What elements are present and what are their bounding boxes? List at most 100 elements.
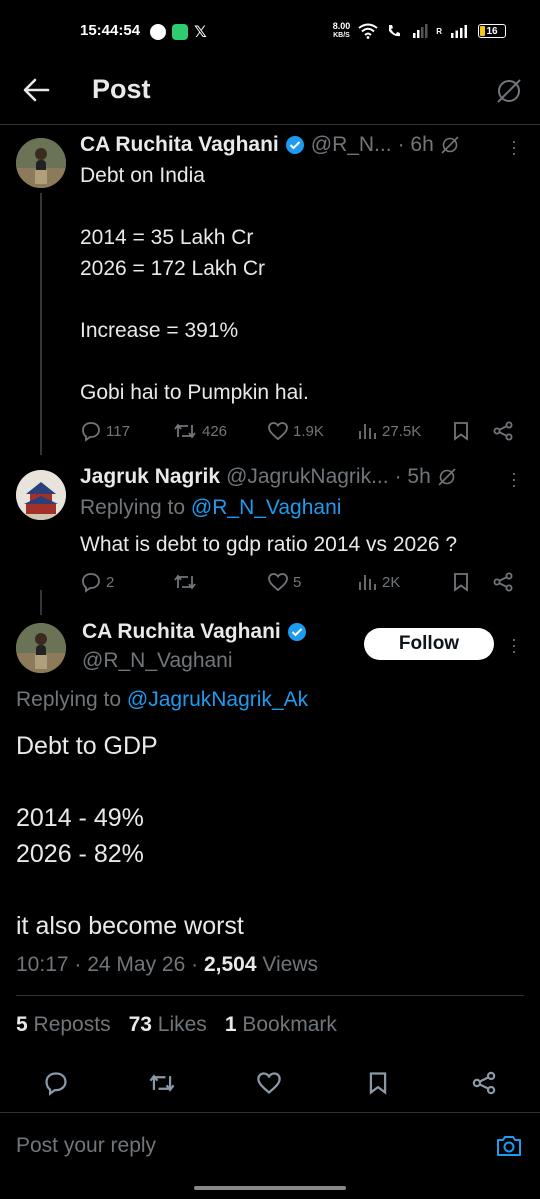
views-count: 2K bbox=[382, 573, 401, 591]
views-label: Views bbox=[262, 953, 318, 976]
replying-to: Replying to @R_N_Vaghani bbox=[80, 496, 341, 520]
tweet1-header: CA Ruchita Vaghani @R_N... · 6h bbox=[80, 133, 460, 157]
chat-notification-icon bbox=[150, 24, 166, 40]
like-count: 1.9K bbox=[293, 422, 324, 440]
reply-icon bbox=[82, 422, 100, 442]
bookmarks-stat[interactable]: 1 Bookmark bbox=[225, 1013, 337, 1037]
bookmark-icon[interactable] bbox=[450, 571, 472, 593]
bookmarks-count: 1 bbox=[224, 1013, 237, 1036]
avatar[interactable] bbox=[16, 623, 66, 673]
views-count: 27.5K bbox=[382, 422, 422, 440]
status-notification-icons: 𝕏 bbox=[150, 22, 207, 42]
roaming-label: R bbox=[436, 26, 442, 36]
reply-count: 2 bbox=[106, 573, 115, 591]
main-author-row: CA Ruchita Vaghani bbox=[82, 620, 307, 644]
replying-prefix: Replying to bbox=[16, 688, 122, 711]
replying-to-link[interactable]: @JagrukNagrik_Ak bbox=[127, 688, 308, 711]
signal-1-icon bbox=[413, 24, 428, 38]
heart-icon bbox=[268, 573, 288, 592]
repost-button[interactable]: 426 bbox=[172, 420, 227, 442]
more-options-icon[interactable]: · · · bbox=[510, 464, 518, 494]
volte-call-icon bbox=[389, 25, 401, 37]
heart-icon[interactable] bbox=[256, 1070, 282, 1096]
status-time: 15:44:54 bbox=[80, 22, 141, 39]
main-actions bbox=[0, 1068, 540, 1096]
views-button[interactable]: 2K bbox=[356, 571, 400, 593]
views-icon bbox=[359, 575, 376, 590]
bookmark-icon[interactable] bbox=[365, 1070, 391, 1096]
meta-divider bbox=[16, 995, 524, 996]
repost-count: 426 bbox=[202, 422, 228, 440]
reply-input[interactable]: Post your reply bbox=[16, 1134, 156, 1158]
avatar-image bbox=[16, 138, 66, 188]
grok-small-icon[interactable] bbox=[440, 135, 460, 155]
tweet2-actions: 2 5 2K bbox=[80, 571, 520, 595]
status-icons: 8.00 KB/S R 16 bbox=[333, 22, 506, 40]
views-icon bbox=[359, 424, 376, 439]
likes-label: Likes bbox=[157, 1013, 207, 1036]
share-icon[interactable] bbox=[492, 571, 514, 593]
reply-count: 117 bbox=[106, 422, 130, 440]
verified-badge-icon bbox=[285, 136, 304, 154]
reposts-count: 5 bbox=[16, 1013, 28, 1036]
wifi-icon bbox=[358, 23, 378, 39]
views-count: 2,504 bbox=[203, 953, 257, 976]
tweet-text: What is debt to gdp ratio 2014 vs 2026 ? bbox=[80, 533, 458, 556]
header-divider bbox=[0, 124, 540, 125]
thread-line bbox=[40, 193, 42, 455]
like-count: 5 bbox=[293, 573, 302, 591]
battery-level: 16 bbox=[486, 25, 498, 37]
avatar[interactable] bbox=[16, 138, 66, 188]
like-button[interactable]: 1.9K bbox=[267, 420, 324, 442]
avatar-image bbox=[16, 623, 66, 673]
share-icon[interactable] bbox=[492, 420, 514, 442]
repost-icon bbox=[174, 574, 196, 590]
grok-icon[interactable] bbox=[495, 77, 523, 105]
author-name[interactable]: Jagruk Nagrik bbox=[80, 465, 220, 489]
likes-count: 73 bbox=[128, 1013, 152, 1036]
x-logo-icon: 𝕏 bbox=[194, 24, 207, 41]
author-handle[interactable]: @R_N_Vaghani bbox=[82, 649, 233, 673]
main-tweet-text: Debt to GDP 2014 - 49% 2026 - 82% it als… bbox=[16, 732, 244, 940]
page-title: Post bbox=[92, 74, 151, 104]
like-button[interactable]: 5 bbox=[267, 571, 301, 593]
main-tweet-timestamp[interactable]: 10:17 · 24 May 26 · bbox=[16, 953, 198, 976]
camera-icon[interactable] bbox=[495, 1133, 523, 1159]
avatar[interactable] bbox=[16, 470, 66, 520]
back-arrow-icon[interactable] bbox=[22, 77, 50, 103]
reposts-label: Reposts bbox=[33, 1013, 111, 1036]
main-tweet-meta: 10:17 · 24 May 26 · 2,504 Views bbox=[16, 953, 318, 977]
reply-button[interactable]: 2 bbox=[80, 571, 114, 593]
reply-icon[interactable] bbox=[43, 1070, 69, 1096]
repost-icon[interactable] bbox=[147, 1070, 177, 1096]
tweet-time: · 5h bbox=[394, 465, 431, 488]
share-icon[interactable] bbox=[471, 1070, 497, 1096]
bookmark-icon[interactable] bbox=[450, 420, 472, 442]
app-notification-icon bbox=[172, 24, 188, 40]
bookmarks-label: Bookmark bbox=[242, 1013, 337, 1036]
author-name[interactable]: CA Ruchita Vaghani bbox=[80, 133, 279, 157]
more-options-icon[interactable]: · · · bbox=[510, 132, 518, 162]
reply-divider bbox=[0, 1112, 540, 1113]
network-speed-value: 8.00 bbox=[332, 21, 351, 31]
tweet1-actions: 117 426 1.9K 27.5K bbox=[80, 420, 520, 444]
author-name[interactable]: CA Ruchita Vaghani bbox=[82, 620, 281, 644]
repost-button[interactable] bbox=[172, 571, 198, 593]
network-speed-unit: KB/S bbox=[333, 32, 350, 39]
repost-icon bbox=[174, 423, 196, 439]
reply-button[interactable]: 117 bbox=[80, 420, 130, 442]
network-speed: 8.00 KB/S bbox=[333, 22, 351, 40]
reposts-stat[interactable]: 5 Reposts bbox=[16, 1013, 111, 1037]
author-handle[interactable]: @R_N... bbox=[311, 133, 392, 157]
grok-small-icon[interactable] bbox=[437, 467, 457, 487]
follow-button[interactable]: Follow bbox=[364, 628, 494, 660]
replying-prefix: Replying to bbox=[80, 496, 186, 519]
tweet-text: Debt on India 2014 = 35 Lakh Cr 2026 = 1… bbox=[80, 164, 309, 404]
replying-to-link[interactable]: @R_N_Vaghani bbox=[191, 496, 342, 519]
likes-stat[interactable]: 73 Likes bbox=[129, 1013, 207, 1037]
views-button[interactable]: 27.5K bbox=[356, 420, 421, 442]
signal-2-icon bbox=[451, 25, 467, 38]
more-options-icon[interactable]: · · · bbox=[510, 630, 518, 660]
author-handle[interactable]: @JagrukNagrik... bbox=[226, 465, 389, 489]
battery-icon: 16 bbox=[478, 24, 506, 38]
